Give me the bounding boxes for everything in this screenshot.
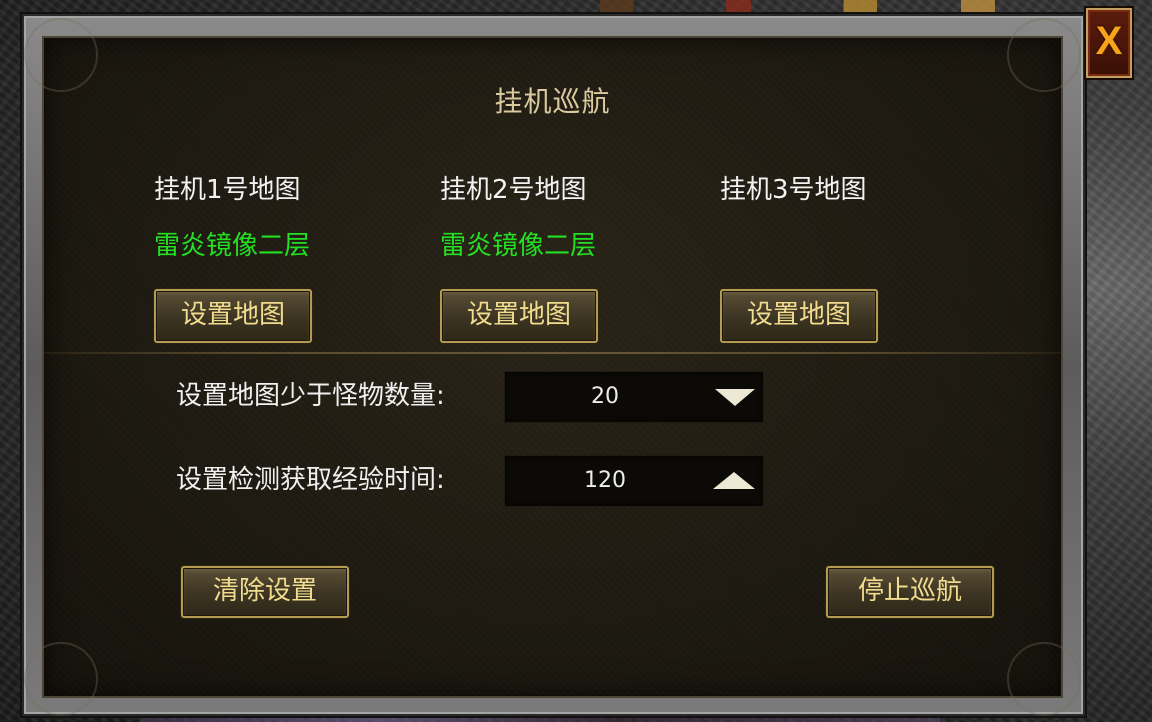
- set-map-1-button[interactable]: 设置地图: [154, 289, 312, 343]
- bottom-hud-strip: [140, 716, 940, 722]
- map-slot-label: 挂机1号地图: [154, 175, 301, 205]
- window-panel: 挂机巡航 挂机1号地图 雷炎镜像二层 设置地图 挂机2号地图 雷炎镜像二层 设置…: [24, 18, 1081, 716]
- exp-check-time-label: 设置检测获取经验时间:: [176, 465, 445, 495]
- map-slot-value: 雷炎镜像二层: [154, 231, 311, 261]
- set-map-2-button[interactable]: 设置地图: [440, 289, 598, 343]
- map-slot-3: 挂机3号地图: [720, 170, 920, 266]
- corner-ornament: [1007, 642, 1081, 716]
- map-slot-label: 挂机3号地图: [720, 175, 867, 205]
- auto-patrol-window: 挂机巡航 挂机1号地图 雷炎镜像二层 设置地图 挂机2号地图 雷炎镜像二层 设置…: [22, 14, 1085, 716]
- clear-settings-button[interactable]: 清除设置: [181, 566, 349, 618]
- stop-patrol-button[interactable]: 停止巡航: [826, 566, 994, 618]
- map-slot-1: 挂机1号地图 雷炎镜像二层: [154, 170, 354, 266]
- map-slot-value: [720, 226, 920, 266]
- monster-count-value: 20: [591, 384, 619, 409]
- set-map-3-button[interactable]: 设置地图: [720, 289, 878, 343]
- monster-count-dropdown[interactable]: 20: [504, 371, 764, 423]
- map-slot-value: 雷炎镜像二层: [440, 231, 597, 261]
- monster-count-label: 设置地图少于怪物数量:: [176, 381, 445, 411]
- corner-ornament: [24, 642, 98, 716]
- top-character-sprites: [600, 0, 1020, 14]
- exp-check-time-dropdown[interactable]: 120: [504, 455, 764, 507]
- close-button[interactable]: X: [1086, 8, 1132, 78]
- dropdown-arrow-down-icon[interactable]: [715, 389, 755, 406]
- exp-check-time-value: 120: [584, 468, 626, 493]
- close-icon: X: [1095, 19, 1123, 63]
- map-slot-2: 挂机2号地图 雷炎镜像二层: [440, 170, 640, 266]
- window-title: 挂机巡航: [494, 85, 611, 118]
- dropdown-arrow-up-icon[interactable]: [713, 472, 755, 489]
- map-slot-label: 挂机2号地图: [440, 175, 587, 205]
- section-divider: [44, 352, 1061, 354]
